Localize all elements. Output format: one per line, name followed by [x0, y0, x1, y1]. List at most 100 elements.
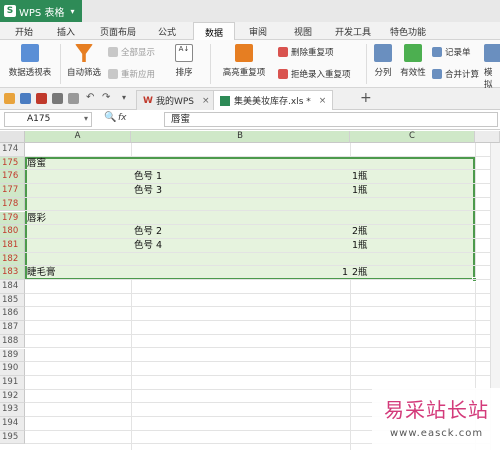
cell-c183[interactable]: 2瓶 — [352, 266, 368, 280]
doc-tab-file[interactable]: 集美美妆库存.xls * × — [213, 90, 334, 110]
cell-b177[interactable]: 色号 3 — [134, 184, 162, 198]
row-header[interactable]: 188 — [0, 334, 25, 349]
row-header[interactable]: 187 — [0, 321, 25, 335]
formula-input[interactable]: 唇蜜 — [164, 112, 498, 127]
zoom-formula-icon[interactable]: 🔍 — [104, 112, 116, 123]
row-header[interactable]: 180 — [0, 225, 25, 239]
row-header[interactable]: 178 — [0, 197, 25, 212]
row-header[interactable]: 194 — [0, 417, 25, 431]
table-row — [25, 225, 500, 239]
fx-button[interactable]: fx — [118, 113, 127, 123]
export-pdf-icon[interactable] — [36, 93, 47, 104]
reapply-button[interactable]: 重新应用 — [108, 68, 155, 80]
cell-b180[interactable]: 色号 2 — [134, 225, 162, 239]
tab-page-layout[interactable]: 页面布局 — [92, 22, 144, 40]
close-icon[interactable]: × — [319, 96, 327, 106]
record-form-label: 记录单 — [445, 48, 471, 58]
tab-review[interactable]: 审阅 — [243, 22, 273, 40]
ribbon-divider — [366, 44, 367, 84]
sort-az-icon: A↓ — [175, 44, 193, 62]
cell-b176[interactable]: 色号 1 — [134, 170, 162, 184]
simulate-icon — [484, 44, 500, 62]
row-header[interactable]: 185 — [0, 293, 25, 308]
cell-b181[interactable]: 色号 4 — [134, 239, 162, 253]
row-header[interactable]: 181 — [0, 238, 25, 253]
simulate-button[interactable]: 模拟 — [484, 44, 500, 90]
delete-duplicates-label: 删除重复项 — [291, 48, 334, 58]
row-header[interactable]: 182 — [0, 252, 25, 267]
save-icon[interactable] — [20, 93, 31, 104]
record-form-button[interactable]: 记录单 — [432, 46, 471, 58]
row-header[interactable]: 186 — [0, 307, 25, 322]
cell-a183[interactable]: 睫毛膏 — [27, 266, 56, 280]
cell-c177[interactable]: 1瓶 — [352, 184, 368, 198]
formula-bar: A175 ▾ 🔍 fx 唇蜜 — [0, 110, 500, 130]
sort-button[interactable]: A↓ 排序 — [166, 44, 202, 78]
cell-c176[interactable]: 1瓶 — [352, 170, 368, 184]
table-row — [25, 362, 500, 376]
table-row — [25, 157, 500, 171]
undo-icon[interactable]: ↶ — [86, 93, 97, 104]
table-row — [25, 321, 500, 335]
reapply-label: 重新应用 — [121, 70, 156, 80]
doc-tab-my-wps[interactable]: W 我的WPS × — [136, 90, 217, 110]
show-all-button[interactable]: 全部显示 — [108, 46, 155, 58]
cell-a179[interactable]: 唇彩 — [27, 212, 46, 226]
cell-b183[interactable]: 1 — [131, 266, 348, 280]
tab-data[interactable]: 数据 — [193, 22, 235, 41]
print-preview-icon[interactable] — [68, 93, 79, 104]
row-header[interactable]: 177 — [0, 184, 25, 198]
row-header[interactable]: 176 — [0, 170, 25, 185]
tab-formula[interactable]: 公式 — [152, 22, 182, 40]
row-header[interactable]: 183 — [0, 266, 25, 280]
delete-duplicates-button[interactable]: 删除重复项 — [278, 46, 334, 58]
menu-bar: 开始 插入 页面布局 公式 数据 审阅 视图 开发工具 特色功能 — [0, 22, 500, 41]
column-header-b[interactable]: B — [131, 131, 350, 143]
row-header[interactable]: 189 — [0, 348, 25, 363]
watermark-url: www.easck.com — [390, 428, 484, 439]
tab-special[interactable]: 特色功能 — [383, 22, 433, 40]
highlight-duplicates-button[interactable]: 高亮重复项 — [214, 44, 274, 78]
column-header-d[interactable] — [475, 131, 500, 143]
cell-c181[interactable]: 1瓶 — [352, 239, 368, 253]
tab-home[interactable]: 开始 — [10, 22, 38, 40]
row-header[interactable]: 195 — [0, 430, 25, 445]
column-header-c[interactable]: C — [350, 131, 475, 143]
ribbon-divider — [60, 44, 61, 84]
row-header[interactable]: 190 — [0, 362, 25, 376]
name-box[interactable]: A175 — [4, 112, 92, 127]
table-row — [25, 198, 500, 212]
close-icon[interactable]: × — [202, 96, 210, 106]
customize-toolbar-icon[interactable]: ▾ — [122, 93, 133, 104]
record-form-icon — [432, 47, 442, 57]
cell-a175[interactable]: 唇蜜 — [27, 157, 46, 171]
open-icon[interactable] — [4, 93, 15, 104]
row-header[interactable]: 175 — [0, 156, 25, 171]
column-header-a[interactable]: A — [25, 131, 131, 143]
cell-c180[interactable]: 2瓶 — [352, 225, 368, 239]
print-icon[interactable] — [52, 93, 63, 104]
app-title: WPS 表格 — [19, 7, 65, 19]
pivot-table-button[interactable]: 数据透视表 — [6, 44, 54, 78]
tab-developer[interactable]: 开发工具 — [328, 22, 378, 40]
autofilter-button[interactable]: 自动筛选 — [64, 44, 104, 78]
consolidate-button[interactable]: 合并计算 — [432, 68, 479, 80]
reject-duplicates-button[interactable]: 拒绝录入重复项 — [278, 68, 351, 80]
validity-label: 有效性 — [400, 68, 426, 78]
validity-button[interactable]: 有效性 — [398, 44, 428, 78]
name-box-dropdown-icon[interactable]: ▾ — [84, 114, 88, 123]
new-tab-plus-icon[interactable]: + — [360, 90, 372, 106]
tab-view[interactable]: 视图 — [288, 22, 318, 40]
row-header[interactable]: 192 — [0, 389, 25, 404]
app-menu-button[interactable]: S WPS 表格 ▾ — [0, 0, 82, 22]
row-header[interactable]: 193 — [0, 403, 25, 417]
row-header[interactable]: 179 — [0, 211, 25, 226]
split-column-button[interactable]: 分列 — [369, 44, 397, 78]
row-header[interactable]: 191 — [0, 375, 25, 390]
tab-insert[interactable]: 插入 — [52, 22, 80, 40]
show-all-label: 全部显示 — [121, 48, 156, 58]
row-header[interactable]: 184 — [0, 280, 25, 294]
select-all-corner[interactable] — [0, 131, 25, 143]
redo-icon[interactable]: ↷ — [102, 93, 113, 104]
row-header[interactable]: 174 — [0, 143, 25, 157]
